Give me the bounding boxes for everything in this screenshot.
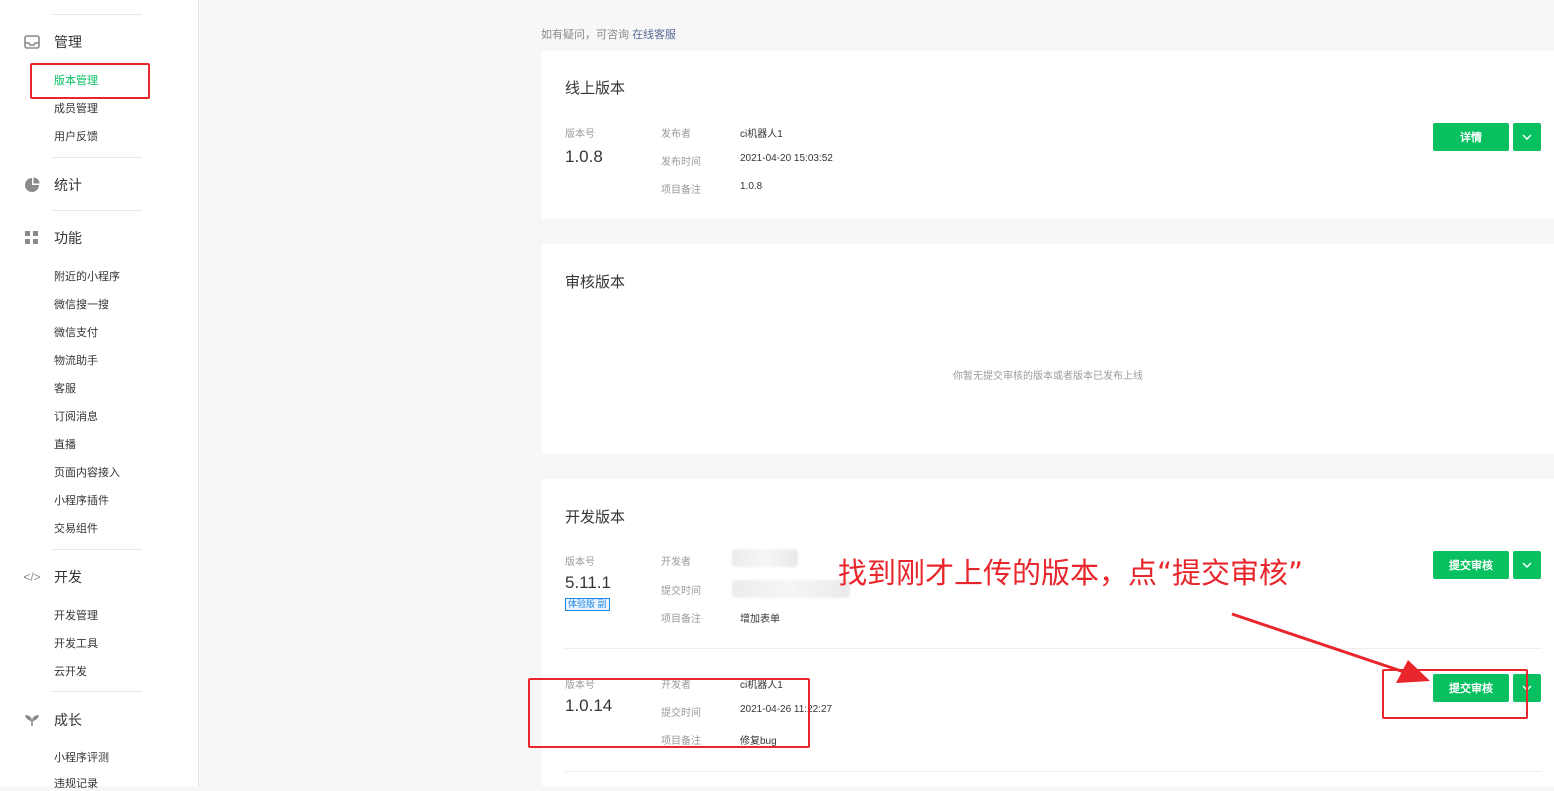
highlight-box <box>528 678 810 748</box>
annotation-arrow <box>1231 612 1430 683</box>
highlight-box <box>1382 669 1528 719</box>
